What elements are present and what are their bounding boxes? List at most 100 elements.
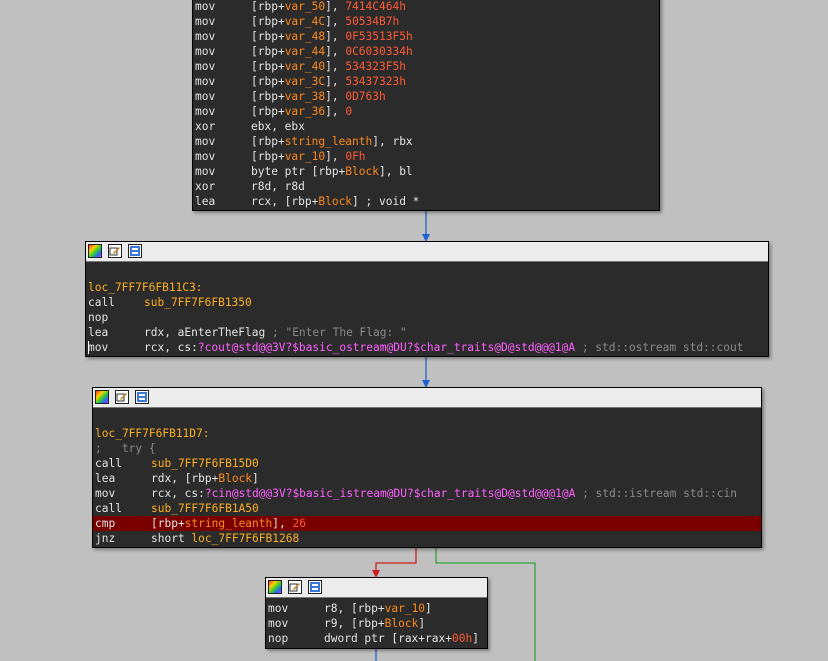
operand: 50534B7h [345,15,400,28]
operand[interactable]: var_10 [285,150,325,163]
mnemonic: mov [195,0,216,13]
instruction-line[interactable]: call sub_7FF7F6FB1A50 [93,501,761,516]
operand[interactable]: ?cout@std@@3V?$basic_ostream@DU?$char_tr… [198,341,575,354]
mnemonic: mov [195,15,216,28]
mnemonic: call [95,502,122,515]
operand: ], [272,517,293,530]
instruction-line[interactable]: mov [rbp+var_3C], 53437323h [193,74,659,89]
operand[interactable]: var_40 [285,60,325,73]
instruction-line[interactable]: mov [rbp+string_leanth], rbx [193,134,659,149]
operand: 7414C464h [345,0,406,13]
operand: ], [325,45,346,58]
code-block-loc-11c3[interactable]: loc_7FF7F6FB11C3: call sub_7FF7F6FB1350no… [85,241,769,357]
instruction-line[interactable]: lea rcx, [rbp+Block] ; void * [193,194,659,209]
instruction-line[interactable]: mov byte ptr [rbp+Block], bl [193,164,659,179]
operand: ], [325,150,346,163]
instruction-line[interactable]: nop dword ptr [rax+rax+00h] [266,631,487,646]
operand: r8, [rbp+ [324,602,385,615]
instruction-line[interactable]: mov [rbp+var_40], 534323F5h [193,59,659,74]
operand[interactable]: sub_7FF7F6FB1A50 [151,502,259,515]
code-block-1[interactable]: mov [rbp+var_50], 7414C464h mov [rbp+var_4C… [192,0,660,211]
instruction-line[interactable]: mov [rbp+var_4C], 50534B7h [193,14,659,29]
mnemonic: call [88,296,115,309]
mnemonic: mov [195,90,216,103]
operand[interactable]: var_44 [285,45,325,58]
instruction-line[interactable]: call sub_7FF7F6FB15D0 [93,456,761,471]
location-label[interactable]: loc_7FF7F6FB11D7: [93,426,761,441]
instruction-line[interactable]: mov r9, [rbp+Block] [266,616,487,631]
operand: ; std::istream std::cin [575,487,737,500]
operand: 26 [292,517,306,530]
instruction-line[interactable]: mov [rbp+var_36], 0 [193,104,659,119]
operand: ; std::ostream std::cout [575,341,744,354]
graph-colors-icon[interactable] [95,390,109,404]
group-nodes-icon[interactable] [308,580,322,594]
instruction-line[interactable]: mov rcx, cs:?cout@std@@3V?$basic_ostream@… [86,340,768,355]
location-label[interactable]: loc_7FF7F6FB11C3: [86,280,768,295]
mnemonic: mov [195,45,216,58]
mnemonic: mov [88,341,109,354]
mnemonic: mov [268,602,289,615]
code-block-loc-11d7[interactable]: loc_7FF7F6FB11D7: ; try { call sub_7FF7F6… [92,387,762,548]
block3-instructions: call sub_7FF7F6FB15D0 lea rdx, [rbp+Block] m… [93,456,761,546]
operand: rdx, [rbp+ [151,472,219,485]
operand[interactable]: Block [345,165,379,178]
instruction-line[interactable]: call sub_7FF7F6FB1350 [86,295,768,310]
edit-node-icon[interactable] [115,390,129,404]
mnemonic: mov [195,135,216,148]
operand[interactable]: Block [318,195,352,208]
block4-code: mov r8, [rbp+var_10] mov r9, [rbp+Block] nop… [266,598,487,646]
operand: dword ptr [rax+rax+ [324,632,452,645]
graph-colors-icon[interactable] [268,580,282,594]
operand[interactable]: var_48 [285,30,325,43]
try-comment: ; try { [95,442,156,455]
operand[interactable]: var_4C [285,15,325,28]
instruction-line[interactable]: lea rdx, [rbp+Block] [93,471,761,486]
edit-node-icon[interactable] [288,580,302,594]
mnemonic: nop [88,311,109,324]
operand[interactable]: var_50 [285,0,325,13]
instruction-line[interactable]: mov [rbp+var_38], 0D763h [193,89,659,104]
mnemonic: nop [268,632,289,645]
group-nodes-icon[interactable] [128,244,142,258]
operand: 53437323h [345,75,406,88]
operand[interactable]: var_10 [385,602,425,615]
mnemonic: xor [195,180,216,193]
operand[interactable]: loc_7FF7F6FB1268 [191,532,299,545]
operand: ] ; void * [352,195,420,208]
instruction-line[interactable]: xor ebx, ebx [193,119,659,134]
instruction-line[interactable]: mov [rbp+var_44], 0C6030334h [193,44,659,59]
instruction-line[interactable]: jnz short loc_7FF7F6FB1268 [93,531,761,546]
operand: 0Fh [345,150,366,163]
operand[interactable]: ?cin@std@@3V?$basic_istream@DU?$char_tra… [205,487,575,500]
graph-colors-icon[interactable] [88,244,102,258]
instruction-line[interactable]: mov [rbp+var_10], 0Fh [193,149,659,164]
mnemonic: xor [195,120,216,133]
operand: [rbp+ [251,15,285,28]
operand[interactable]: Block [218,472,252,485]
mnemonic: mov [268,617,289,630]
operand[interactable]: sub_7FF7F6FB15D0 [151,457,259,470]
edit-node-icon[interactable] [108,244,122,258]
operand: 0D763h [345,90,386,103]
operand[interactable]: Block [385,617,419,630]
operand[interactable]: var_36 [285,105,325,118]
instruction-line[interactable]: mov r8, [rbp+var_10] [266,601,487,616]
instruction-line[interactable]: nop [86,310,768,325]
group-nodes-icon[interactable] [135,390,149,404]
instruction-line[interactable]: cmp [rbp+string_leanth], 26 [93,516,761,531]
instruction-line[interactable]: lea rdx, aEnterTheFlag ; "Enter The Flag:… [86,325,768,340]
operand: ], [325,75,346,88]
instruction-line[interactable]: mov [rbp+var_48], 0F53513F5h [193,29,659,44]
operand: r9, [rbp+ [324,617,385,630]
operand[interactable]: sub_7FF7F6FB1350 [144,296,252,309]
instruction-line[interactable]: xor r8d, r8d [193,179,659,194]
operand[interactable]: var_3C [285,75,325,88]
operand: ] [425,602,432,615]
operand[interactable]: string_leanth [285,135,373,148]
instruction-line[interactable]: mov [rbp+var_50], 7414C464h [193,0,659,14]
instruction-line[interactable]: mov rcx, cs:?cin@std@@3V?$basic_istream@D… [93,486,761,501]
operand[interactable]: string_leanth [185,517,273,530]
operand[interactable]: var_38 [285,90,325,103]
code-block-4[interactable]: mov r8, [rbp+var_10] mov r9, [rbp+Block] nop… [265,577,488,649]
